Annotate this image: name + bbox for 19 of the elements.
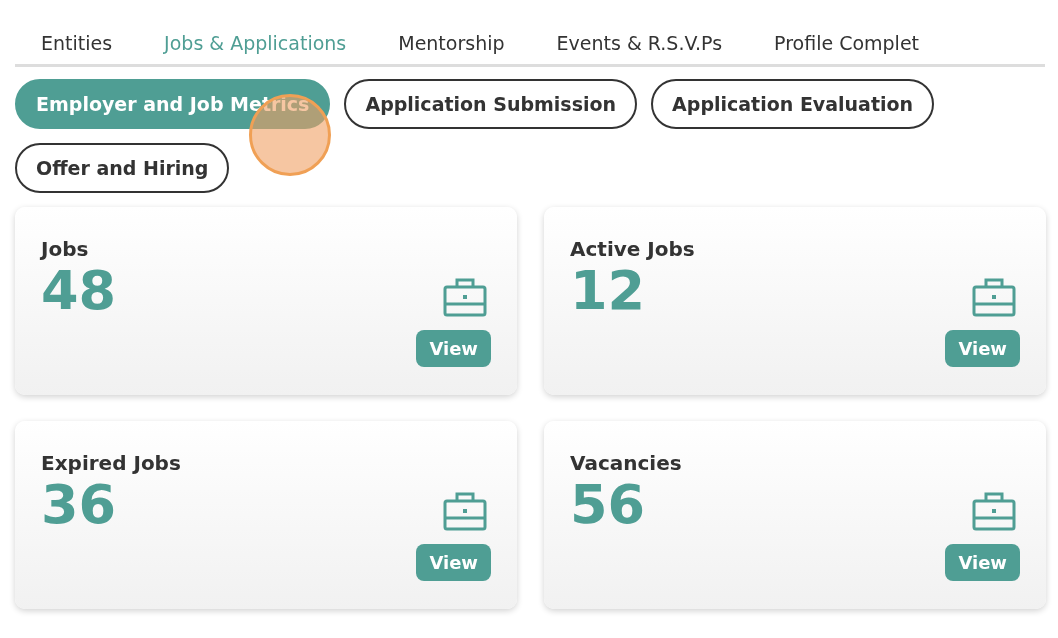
- filter-chip[interactable]: Application Submission: [344, 79, 638, 129]
- tab[interactable]: Profile Complet: [748, 26, 946, 64]
- briefcase-icon: [972, 277, 1016, 317]
- tab[interactable]: Entities: [15, 26, 139, 64]
- card-title: Expired Jobs: [41, 451, 181, 475]
- metric-value: 12: [570, 261, 646, 321]
- briefcase-icon: [443, 277, 487, 317]
- metric-value: 56: [570, 475, 646, 535]
- filter-chip[interactable]: Application Evaluation: [651, 79, 935, 129]
- metric-value: 48: [41, 261, 117, 321]
- metric-value: 36: [41, 475, 117, 535]
- briefcase-icon: [972, 491, 1016, 531]
- card-title: Jobs: [41, 237, 89, 261]
- filter-chip[interactable]: Offer and Hiring: [15, 143, 230, 193]
- tab[interactable]: Mentorship: [372, 26, 531, 64]
- card-title: Active Jobs: [570, 237, 695, 261]
- tab[interactable]: Events & R.S.V.Ps: [530, 26, 749, 64]
- card-title: Vacancies: [570, 451, 682, 475]
- briefcase-icon: [443, 491, 487, 531]
